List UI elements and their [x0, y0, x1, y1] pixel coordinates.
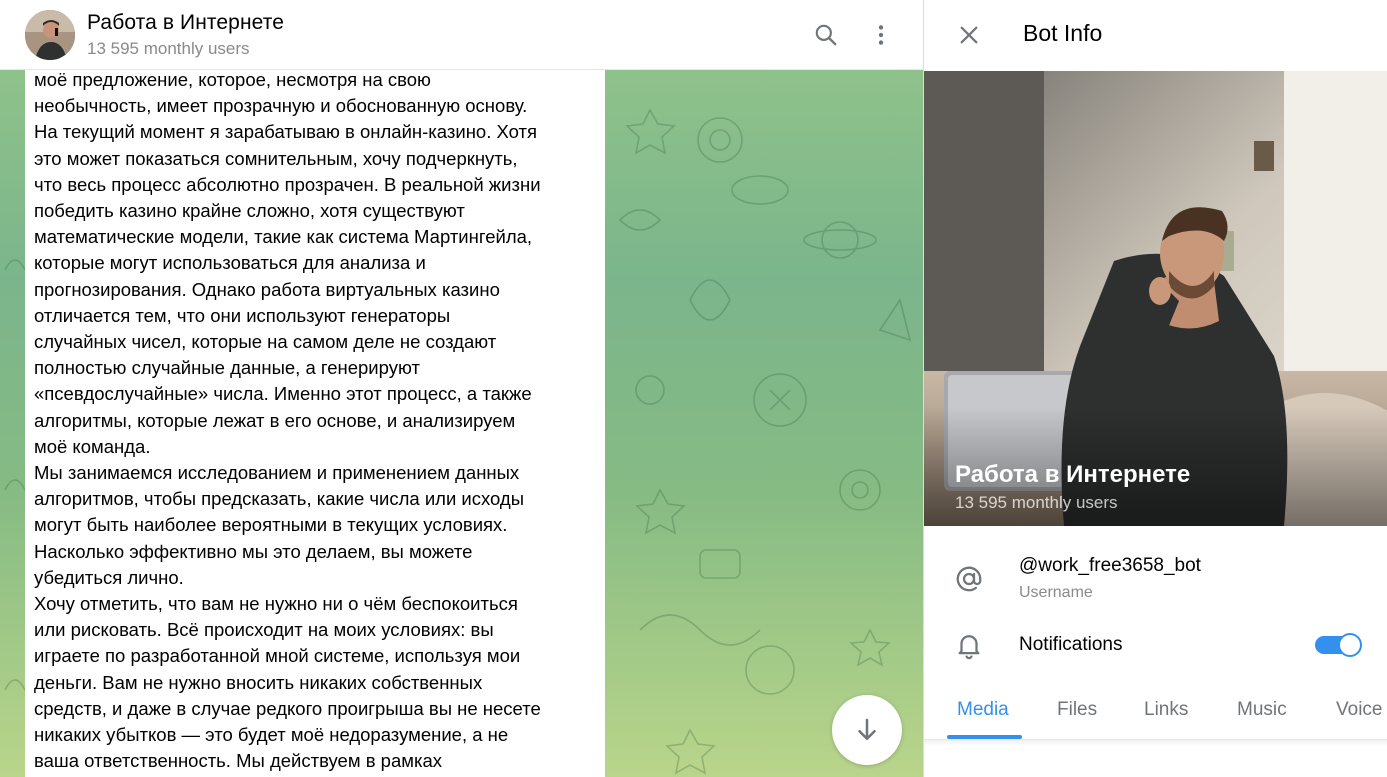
bell-icon [953, 629, 985, 661]
arrow-down-icon [858, 718, 876, 740]
more-options-button[interactable] [862, 16, 900, 54]
username-row[interactable]: @work_free3658_bot Username [924, 555, 1387, 611]
search-icon [815, 24, 837, 46]
username-label: Username [1019, 584, 1093, 601]
chat-area: моё предложение, которое, несмотря на св… [0, 0, 923, 777]
tab-voice[interactable]: Voice [1336, 699, 1382, 721]
toggle-knob [1338, 633, 1362, 657]
tab-media[interactable]: Media [957, 699, 1009, 721]
panel-title: Bot Info [1023, 20, 1103, 46]
search-button[interactable] [807, 16, 845, 54]
media-tabs: Media Files Links Music Voice [924, 684, 1387, 740]
notifications-row[interactable]: Notifications [924, 633, 1387, 664]
active-tab-indicator [947, 735, 1022, 739]
tabs-shadow [924, 740, 1387, 746]
chat-subtitle: 13 595 monthly users [87, 39, 250, 58]
chat-title[interactable]: Работа в Интернете [87, 11, 284, 35]
tab-files[interactable]: Files [1057, 699, 1097, 721]
tab-links[interactable]: Links [1144, 699, 1188, 721]
username-value: @work_free3658_bot [1019, 555, 1201, 576]
panel-header: Bot Info [924, 0, 1387, 70]
more-vertical-icon [878, 25, 884, 45]
tab-music[interactable]: Music [1237, 699, 1287, 721]
close-button[interactable] [952, 18, 986, 52]
chat-header: Работа в Интернете 13 595 monthly users [0, 0, 923, 70]
close-icon [960, 26, 978, 44]
avatar[interactable] [25, 10, 75, 60]
cover-monthly-users: 13 595 monthly users [955, 493, 1118, 512]
cover-bot-name: Работа в Интернете [955, 461, 1191, 488]
avatar-photo [25, 10, 75, 60]
profile-cover-photo[interactable]: Работа в Интернете 13 595 monthly users [924, 71, 1387, 526]
notifications-toggle[interactable] [1315, 633, 1362, 657]
message-bubble: моё предложение, которое, несмотря на св… [25, 70, 605, 777]
notifications-label: Notifications [1019, 634, 1123, 655]
message-text: моё предложение, которое, несмотря на св… [34, 70, 541, 772]
scroll-to-bottom-button[interactable] [832, 695, 902, 765]
at-sign-icon [953, 563, 985, 595]
bot-info-panel: Bot Info Работа в Интернете 13 595 month… [923, 0, 1387, 777]
